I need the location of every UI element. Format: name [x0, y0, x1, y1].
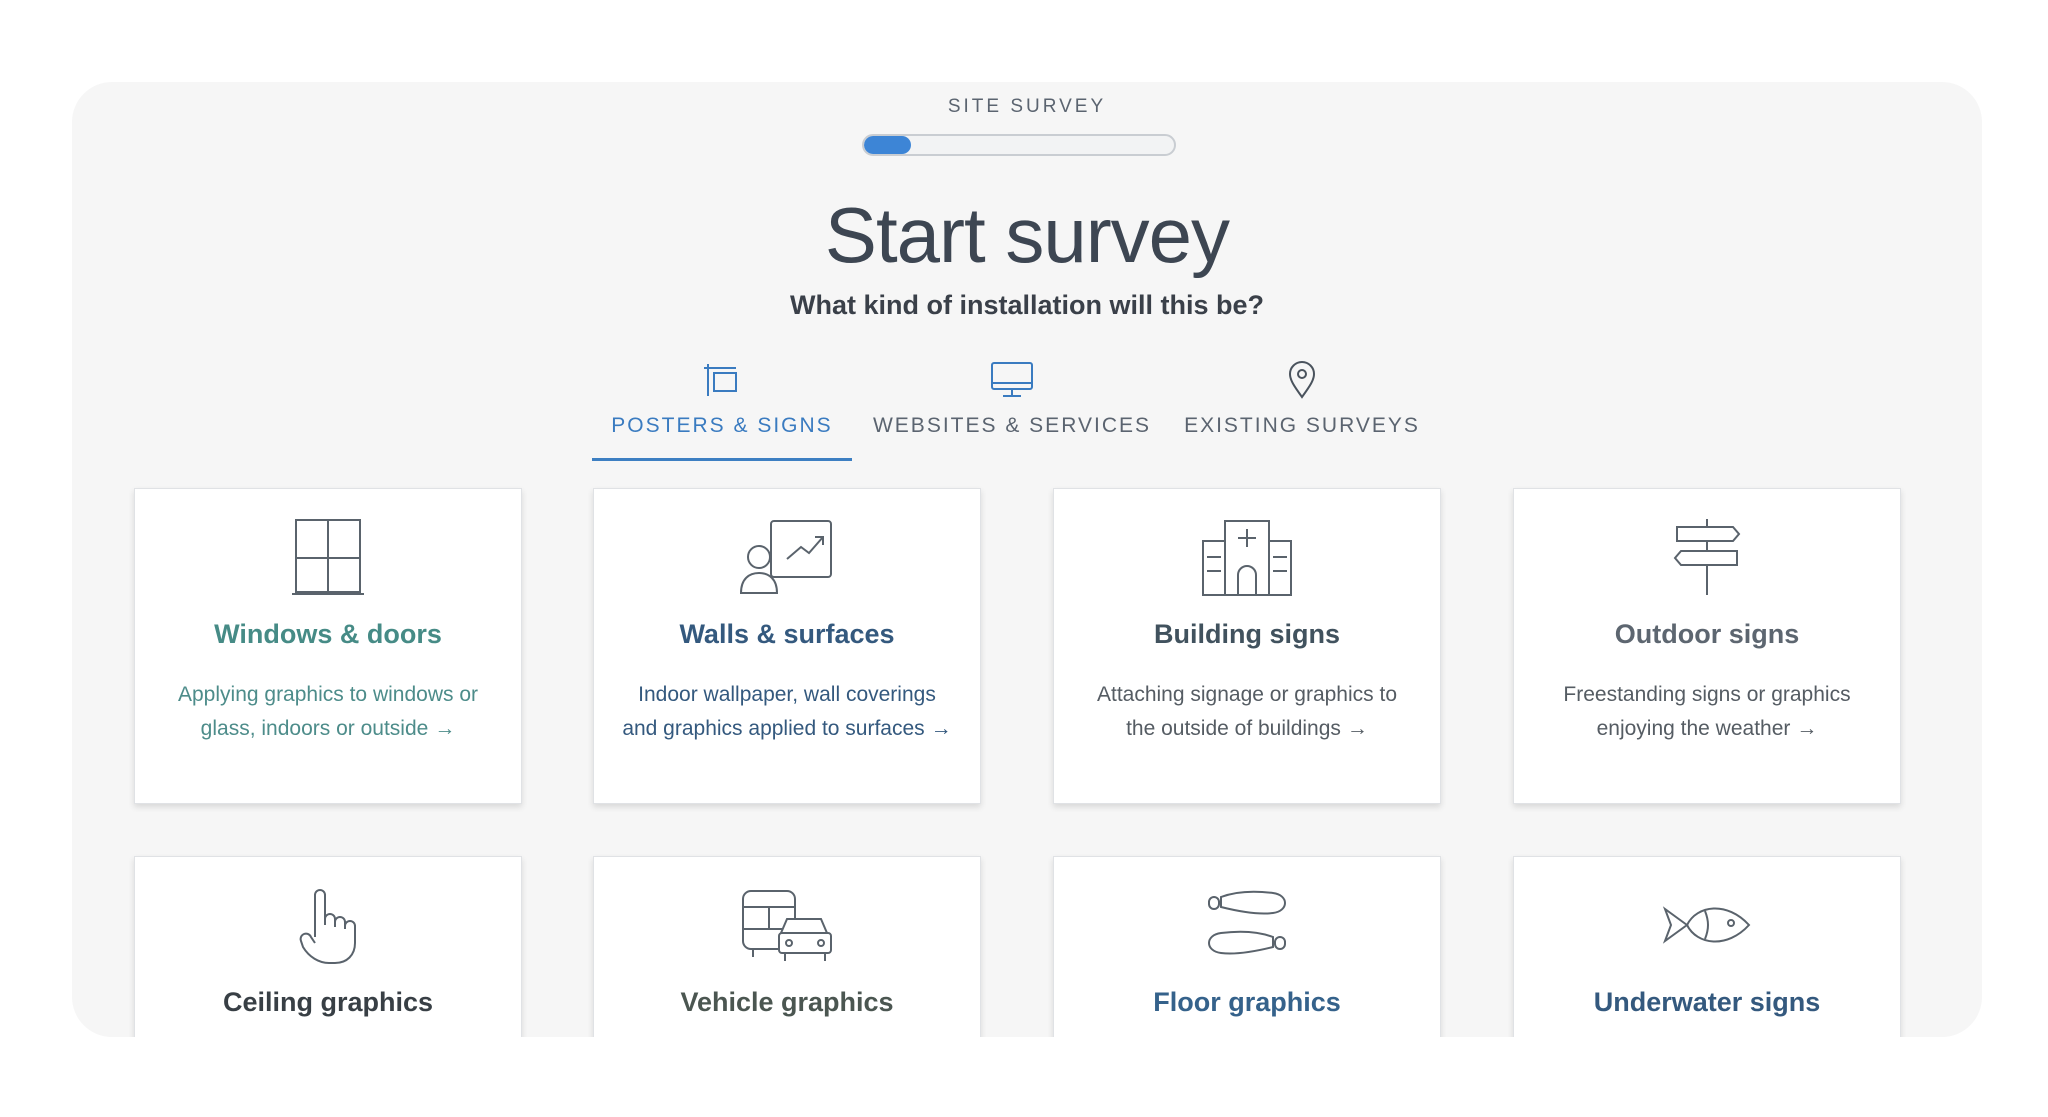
card-building-signs[interactable]: Building signs Attaching signage or grap…	[1053, 488, 1441, 804]
card-description: Applying graphics to windows or glass, i…	[178, 683, 478, 740]
card-windows-doors[interactable]: Windows & doors Applying graphics to win…	[134, 488, 522, 804]
sign-post-icon	[704, 364, 737, 396]
card-title: Underwater signs	[1593, 987, 1821, 1017]
tab-websites-services[interactable]: WEBSITES & SERVICES	[867, 360, 1157, 438]
card-outdoor-signs[interactable]: Outdoor signs Freestanding signs or grap…	[1513, 488, 1901, 804]
fish-icon	[1662, 906, 1751, 944]
card-title: Windows & doors	[214, 619, 442, 649]
hospital-building-icon	[1202, 520, 1292, 596]
card-title: Vehicle graphics	[680, 987, 894, 1017]
card-description: Attaching signage or graphics to the out…	[1096, 683, 1398, 740]
arrow-right-icon: →	[1796, 717, 1818, 740]
card-description: Freestanding signs or graphics enjoying …	[1563, 683, 1851, 740]
survey-progress-fill	[864, 136, 911, 154]
signpost-icon	[1673, 519, 1741, 595]
tab-label: POSTERS & SIGNS	[611, 414, 833, 437]
card-description: Indoor wallpaper, wall coverings and gra…	[622, 683, 952, 740]
card-walls-surfaces[interactable]: Walls & surfaces Indoor wallpaper, wall …	[593, 488, 981, 804]
survey-question: What kind of installation will this be?	[789, 290, 1264, 320]
card-title: Building signs	[1154, 619, 1340, 649]
card-title: Floor graphics	[1153, 987, 1341, 1017]
tab-label: EXISTING SURVEYS	[1184, 414, 1420, 437]
card-title: Ceiling graphics	[222, 987, 434, 1017]
card-title: Walls & surfaces	[679, 619, 895, 649]
card-underwater-signs[interactable]: Underwater signs	[1513, 856, 1901, 1037]
survey-progress-bar	[862, 134, 1176, 156]
card-vehicle-graphics[interactable]: Vehicle graphics	[593, 856, 981, 1037]
tab-posters-signs[interactable]: POSTERS & SIGNS	[592, 360, 852, 438]
window-icon	[292, 519, 364, 595]
arrow-right-icon: →	[1346, 717, 1368, 740]
card-ceiling-graphics[interactable]: Ceiling graphics	[134, 856, 522, 1037]
active-tab-indicator	[592, 458, 852, 461]
tab-existing-surveys[interactable]: EXISTING SURVEYS	[1177, 360, 1427, 438]
survey-panel: SITE SURVEY Start survey What kind of in…	[72, 82, 1982, 1037]
map-pin-icon	[1288, 361, 1316, 399]
card-floor-graphics[interactable]: Floor graphics	[1053, 856, 1441, 1037]
card-title: Outdoor signs	[1614, 619, 1800, 649]
footprints-icon	[1208, 890, 1286, 955]
arrow-right-icon: →	[930, 717, 952, 740]
presentation-icon	[739, 520, 832, 594]
survey-section-label: SITE SURVEY	[947, 96, 1107, 117]
monitor-icon	[991, 362, 1033, 397]
page-title: Start survey	[824, 191, 1230, 279]
vehicles-icon	[742, 890, 832, 961]
pointing-hand-icon	[299, 889, 356, 964]
arrow-right-icon: →	[434, 717, 456, 740]
tab-label: WEBSITES & SERVICES	[872, 414, 1151, 437]
